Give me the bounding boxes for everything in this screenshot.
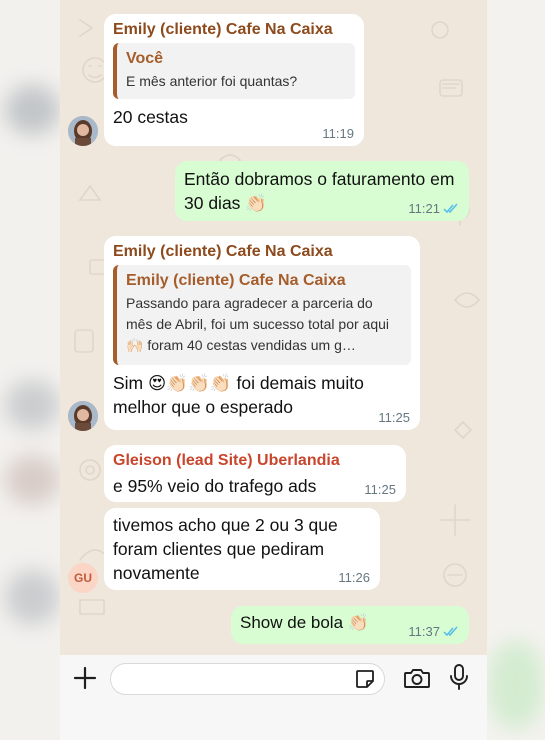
gleison-avatar[interactable]: GU <box>68 563 98 593</box>
right-blurred-margin <box>487 0 545 740</box>
emily-avatar-1[interactable] <box>68 116 98 146</box>
quoted-text: Passando para agradecer a parceria do mê… <box>126 295 390 353</box>
message-time: 11:25 <box>378 410 410 425</box>
quoted-sender: Você <box>126 50 164 67</box>
message-time: 11:37 <box>408 624 459 639</box>
quoted-message[interactable]: Você E mês anterior foi quantas? <box>113 43 355 99</box>
message-text: e 95% veio do trafego ads <box>113 476 317 496</box>
camera-icon[interactable] <box>403 666 431 690</box>
message-bubble-6[interactable]: Show de bola 👏🏻 11:37 <box>231 606 469 644</box>
message-text: 20 cestas <box>113 107 188 127</box>
message-sender: Gleison (lead Site) Uberlandia <box>113 452 340 469</box>
left-blurred-margin <box>0 0 60 740</box>
message-input[interactable] <box>110 663 385 695</box>
message-bubble-2[interactable]: Então dobramos o faturamento em 30 dias … <box>175 161 469 221</box>
message-text: tivemos acho que 2 ou 3 que foram client… <box>113 515 338 583</box>
quoted-sender: Emily (cliente) Cafe Na Caixa <box>126 272 346 289</box>
quoted-message[interactable]: Emily (cliente) Cafe Na Caixa Passando p… <box>113 265 411 365</box>
message-time: 11:19 <box>322 126 354 141</box>
double-check-icon <box>443 203 458 214</box>
message-text: Sim 😍👏🏻👏🏻👏🏻 foi demais muito melhor que … <box>113 373 364 417</box>
message-composer <box>60 655 487 740</box>
plus-icon[interactable] <box>72 665 98 691</box>
sticker-icon[interactable] <box>354 668 376 690</box>
message-time: 11:26 <box>338 570 370 585</box>
message-bubble-3[interactable]: Emily (cliente) Cafe Na Caixa Emily (cli… <box>104 236 420 430</box>
microphone-icon[interactable] <box>448 663 470 691</box>
message-time: 11:21 <box>408 201 459 216</box>
message-bubble-1[interactable]: Emily (cliente) Cafe Na Caixa Você E mês… <box>104 14 364 146</box>
message-time: 11:25 <box>364 482 396 497</box>
message-bubble-5[interactable]: tivemos acho que 2 ou 3 que foram client… <box>104 508 380 590</box>
emily-avatar-2[interactable] <box>68 401 98 431</box>
chat-panel: GU Emily (cliente) Cafe Na Caixa Você E … <box>60 0 487 740</box>
message-sender: Emily (cliente) Cafe Na Caixa <box>113 21 333 38</box>
double-check-icon <box>443 626 458 637</box>
message-sender: Emily (cliente) Cafe Na Caixa <box>113 243 333 260</box>
message-bubble-4[interactable]: Gleison (lead Site) Uberlandia e 95% vei… <box>104 445 406 502</box>
quoted-text: E mês anterior foi quantas? <box>126 73 298 89</box>
